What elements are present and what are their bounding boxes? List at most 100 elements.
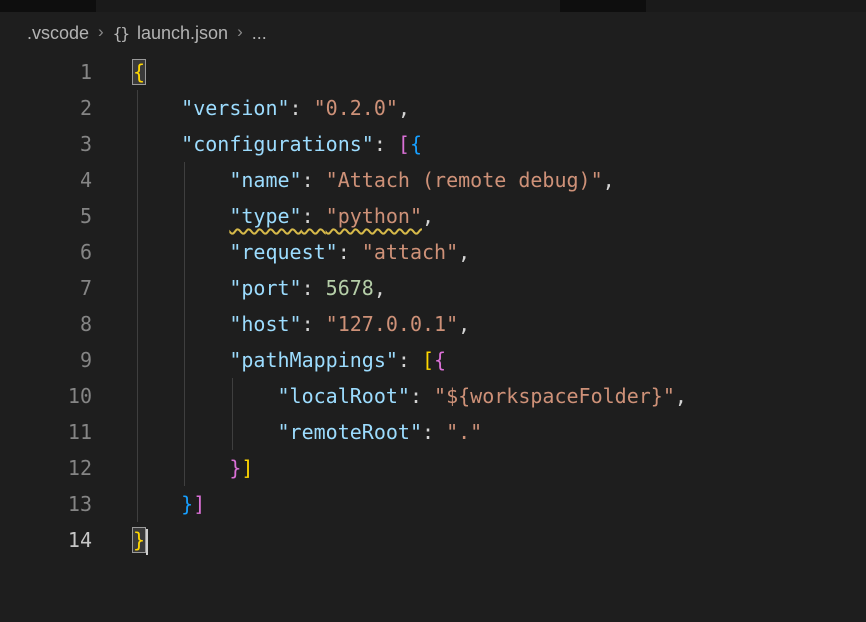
code-token: [ xyxy=(422,348,434,372)
code-token: : xyxy=(302,312,326,336)
code-token xyxy=(133,456,229,480)
code-token: } xyxy=(181,492,193,516)
code-line[interactable]: 7 "port": 5678, xyxy=(0,270,866,306)
code-token: : xyxy=(338,240,362,264)
code-token: "attach" xyxy=(362,240,458,264)
code-token: "0.2.0" xyxy=(314,96,398,120)
line-number: 9 xyxy=(0,342,92,378)
code-text: "version": "0.2.0", xyxy=(133,90,410,126)
matched-bracket: } xyxy=(133,528,145,552)
line-number: 8 xyxy=(0,306,92,342)
code-token xyxy=(133,348,229,372)
code-token xyxy=(133,492,181,516)
code-token: "request" xyxy=(229,240,337,264)
code-line[interactable]: 5 "type": "python", xyxy=(0,198,866,234)
code-token: "configurations" xyxy=(181,132,374,156)
code-token: : xyxy=(302,168,326,192)
code-line[interactable]: 9 "pathMappings": [{ xyxy=(0,342,866,378)
line-number: 11 xyxy=(0,414,92,450)
code-token: ] xyxy=(241,456,253,480)
breadcrumb-item-folder[interactable]: .vscode xyxy=(27,23,89,44)
code-token: "python" xyxy=(326,204,422,228)
code-line[interactable]: 2 "version": "0.2.0", xyxy=(0,90,866,126)
code-text: }] xyxy=(133,450,253,486)
code-text: }] xyxy=(133,486,205,522)
line-number: 2 xyxy=(0,90,92,126)
code-line[interactable]: 10 "localRoot": "${workspaceFolder}", xyxy=(0,378,866,414)
code-text: { xyxy=(133,54,145,90)
code-token: 5678 xyxy=(326,276,374,300)
code-token xyxy=(133,276,229,300)
code-line[interactable]: 12 }] xyxy=(0,450,866,486)
code-line[interactable]: 1{ xyxy=(0,54,866,90)
line-number: 3 xyxy=(0,126,92,162)
line-number: 10 xyxy=(0,378,92,414)
line-number: 1 xyxy=(0,54,92,90)
indent-guide xyxy=(232,378,233,450)
code-token: "type" xyxy=(229,204,301,228)
code-token xyxy=(133,312,229,336)
code-line[interactable]: 6 "request": "attach", xyxy=(0,234,866,270)
code-token xyxy=(133,384,278,408)
code-text: "localRoot": "${workspaceFolder}", xyxy=(133,378,687,414)
code-text: "name": "Attach (remote debug)", xyxy=(133,162,615,198)
line-number: 12 xyxy=(0,450,92,486)
code-text: "port": 5678, xyxy=(133,270,386,306)
text-cursor xyxy=(146,529,148,555)
line-number: 7 xyxy=(0,270,92,306)
code-token: "Attach (remote debug)" xyxy=(326,168,603,192)
code-token: , xyxy=(603,168,615,192)
breadcrumb: .vscode › {} launch.json › ... xyxy=(0,12,866,54)
code-token: , xyxy=(374,276,386,300)
code-token: : xyxy=(302,276,326,300)
code-token xyxy=(133,96,181,120)
code-line[interactable]: 14} xyxy=(0,522,866,558)
code-token: "name" xyxy=(229,168,301,192)
indent-guide xyxy=(184,162,185,486)
code-token xyxy=(133,168,229,192)
code-line[interactable]: 11 "remoteRoot": "." xyxy=(0,414,866,450)
code-token: "version" xyxy=(181,96,289,120)
code-token xyxy=(133,204,229,228)
tab-strip-segment xyxy=(560,0,646,12)
breadcrumb-item-file[interactable]: launch.json xyxy=(137,23,228,44)
code-token: { xyxy=(434,348,446,372)
tab-strip-segment xyxy=(0,0,96,12)
code-token: , xyxy=(422,204,434,228)
code-token: : xyxy=(290,96,314,120)
code-token: "port" xyxy=(229,276,301,300)
code-token: "127.0.0.1" xyxy=(326,312,458,336)
code-line[interactable]: 13 }] xyxy=(0,486,866,522)
code-text: "type": "python", xyxy=(133,198,434,234)
code-token: "localRoot" xyxy=(278,384,410,408)
code-token: "host" xyxy=(229,312,301,336)
code-editor[interactable]: 1{2 "version": "0.2.0",3 "configurations… xyxy=(0,54,866,558)
code-token xyxy=(133,420,278,444)
code-line[interactable]: 3 "configurations": [{ xyxy=(0,126,866,162)
code-token: } xyxy=(229,456,241,480)
code-line[interactable]: 4 "name": "Attach (remote debug)", xyxy=(0,162,866,198)
indent-guide xyxy=(137,90,138,522)
code-token: { xyxy=(410,132,422,156)
code-area: 1{2 "version": "0.2.0",3 "configurations… xyxy=(0,54,866,558)
json-braces-icon: {} xyxy=(113,24,128,43)
line-number: 13 xyxy=(0,486,92,522)
code-token: : xyxy=(374,132,398,156)
chevron-right-icon: › xyxy=(98,22,104,42)
code-token: : xyxy=(302,204,326,228)
code-token: [ xyxy=(398,132,410,156)
tab-strip xyxy=(0,0,866,12)
code-token: , xyxy=(458,312,470,336)
code-line[interactable]: 8 "host": "127.0.0.1", xyxy=(0,306,866,342)
code-token: : xyxy=(398,348,422,372)
line-number: 6 xyxy=(0,234,92,270)
line-number: 5 xyxy=(0,198,92,234)
breadcrumb-item-symbol[interactable]: ... xyxy=(252,23,267,44)
line-number: 14 xyxy=(0,522,92,558)
matched-bracket: { xyxy=(133,60,145,84)
code-token xyxy=(133,132,181,156)
code-token xyxy=(133,240,229,264)
code-token: "." xyxy=(446,420,482,444)
line-number: 4 xyxy=(0,162,92,198)
code-token: "pathMappings" xyxy=(229,348,398,372)
